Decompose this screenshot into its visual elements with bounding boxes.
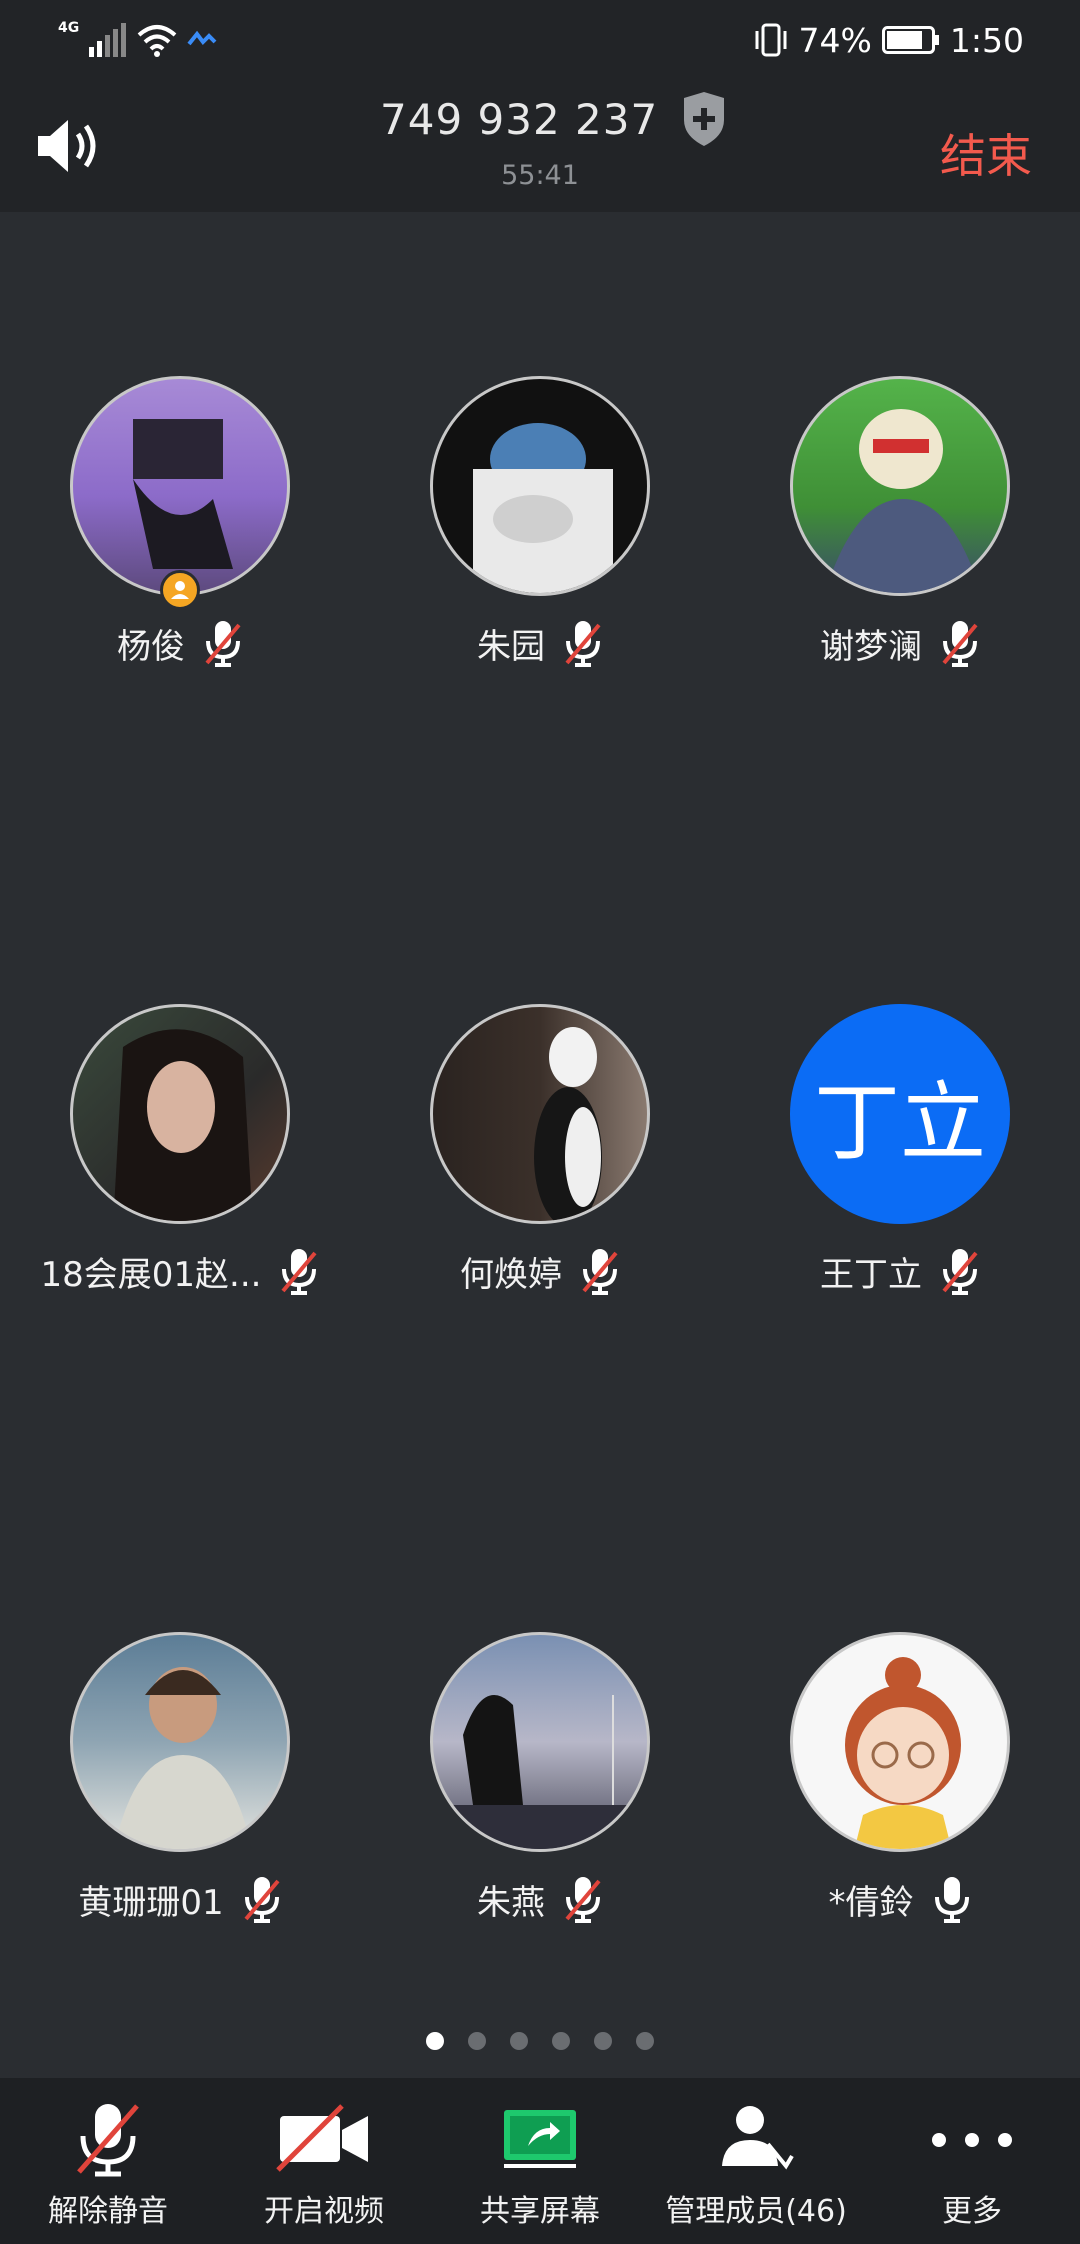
page-dot[interactable] (636, 2032, 654, 2050)
unmute-button[interactable]: 解除静音 (0, 2078, 216, 2244)
meeting-id-row[interactable]: 749 932 237 (380, 92, 728, 146)
participant-name: 谢梦澜 (820, 626, 922, 667)
battery-icon (881, 26, 939, 54)
more-button[interactable]: 更多 (864, 2078, 1080, 2244)
status-bar: 4G 74% 1:50 (0, 0, 1080, 80)
mic-muted-icon (942, 1249, 978, 1295)
participant-avatar (70, 376, 290, 596)
share-screen-label: 共享屏幕 (480, 2194, 600, 2229)
network-type: 4G (58, 20, 80, 36)
mic-muted-icon (942, 621, 978, 667)
start-video-button[interactable]: 开启视频 (216, 2078, 432, 2244)
manage-members-button[interactable]: 管理成员(46) (648, 2078, 864, 2244)
share-screen-button[interactable]: 共享屏幕 (432, 2078, 648, 2244)
signal-icon (89, 23, 127, 57)
mic-muted-icon (77, 2104, 139, 2177)
participant-name: 王丁立 (820, 1254, 922, 1295)
page-dot[interactable] (594, 2032, 612, 2050)
participant-name: 朱园 (477, 626, 545, 667)
page-dot-active[interactable] (426, 2032, 444, 2050)
mic-muted-icon (565, 621, 601, 667)
wifi-icon (137, 25, 177, 57)
end-meeting-button[interactable]: 结束 (940, 120, 1032, 186)
meeting-id[interactable]: 749 932 237 (380, 95, 658, 144)
participant-name: *倩鈴 (828, 1882, 914, 1923)
participant-avatar-initials: 丁立 (790, 1004, 1010, 1224)
members-icon (722, 2106, 794, 2170)
more-label: 更多 (942, 2194, 1002, 2229)
participant-avatar (790, 376, 1010, 596)
participant-avatar (790, 1632, 1010, 1852)
page-dot[interactable] (468, 2032, 486, 2050)
participant-name: 何焕婷 (460, 1254, 562, 1295)
participant-name: 朱燕 (477, 1882, 545, 1923)
mic-muted-icon (205, 621, 241, 667)
meeting-duration: 55:41 (501, 160, 579, 191)
page-dot[interactable] (552, 2032, 570, 2050)
participant-name: 18会展01赵... (40, 1254, 262, 1295)
participant-avatar (70, 1632, 290, 1852)
participant-avatar (430, 1004, 650, 1224)
participant-name: 黄珊珊01 (78, 1882, 224, 1923)
start-video-label: 开启视频 (264, 2194, 384, 2229)
mic-muted-icon (281, 1249, 317, 1295)
mic-muted-icon (565, 1877, 601, 1923)
page-indicator[interactable] (0, 2032, 1080, 2050)
page-dot[interactable] (510, 2032, 528, 2050)
mic-muted-icon (244, 1877, 280, 1923)
participant-avatar (430, 376, 650, 596)
vibrate-icon (755, 23, 787, 57)
security-shield-icon[interactable] (680, 92, 728, 146)
participant-name: 杨俊 (117, 626, 185, 667)
manage-members-label: 管理成员(46) (665, 2194, 847, 2229)
meeting-header: 749 932 237 55:41 结束 (0, 80, 1080, 212)
participant-avatar (430, 1632, 650, 1852)
participant-avatar (70, 1004, 290, 1224)
video-off-icon (276, 2104, 368, 2172)
mic-icon (934, 1877, 969, 1923)
more-icon (932, 2133, 1012, 2147)
mic-muted-icon (582, 1249, 618, 1295)
unmute-label: 解除静音 (48, 2194, 168, 2229)
clock: 1:50 (949, 20, 1024, 60)
meeting-toolbar: 解除静音 开启视频 共享屏幕 管理成员(46) 更多 (0, 2078, 1080, 2244)
battery-percent: 74% (798, 20, 872, 60)
data-transfer-icon (187, 30, 217, 46)
host-badge-icon (160, 570, 200, 610)
share-screen-icon (504, 2110, 576, 2168)
